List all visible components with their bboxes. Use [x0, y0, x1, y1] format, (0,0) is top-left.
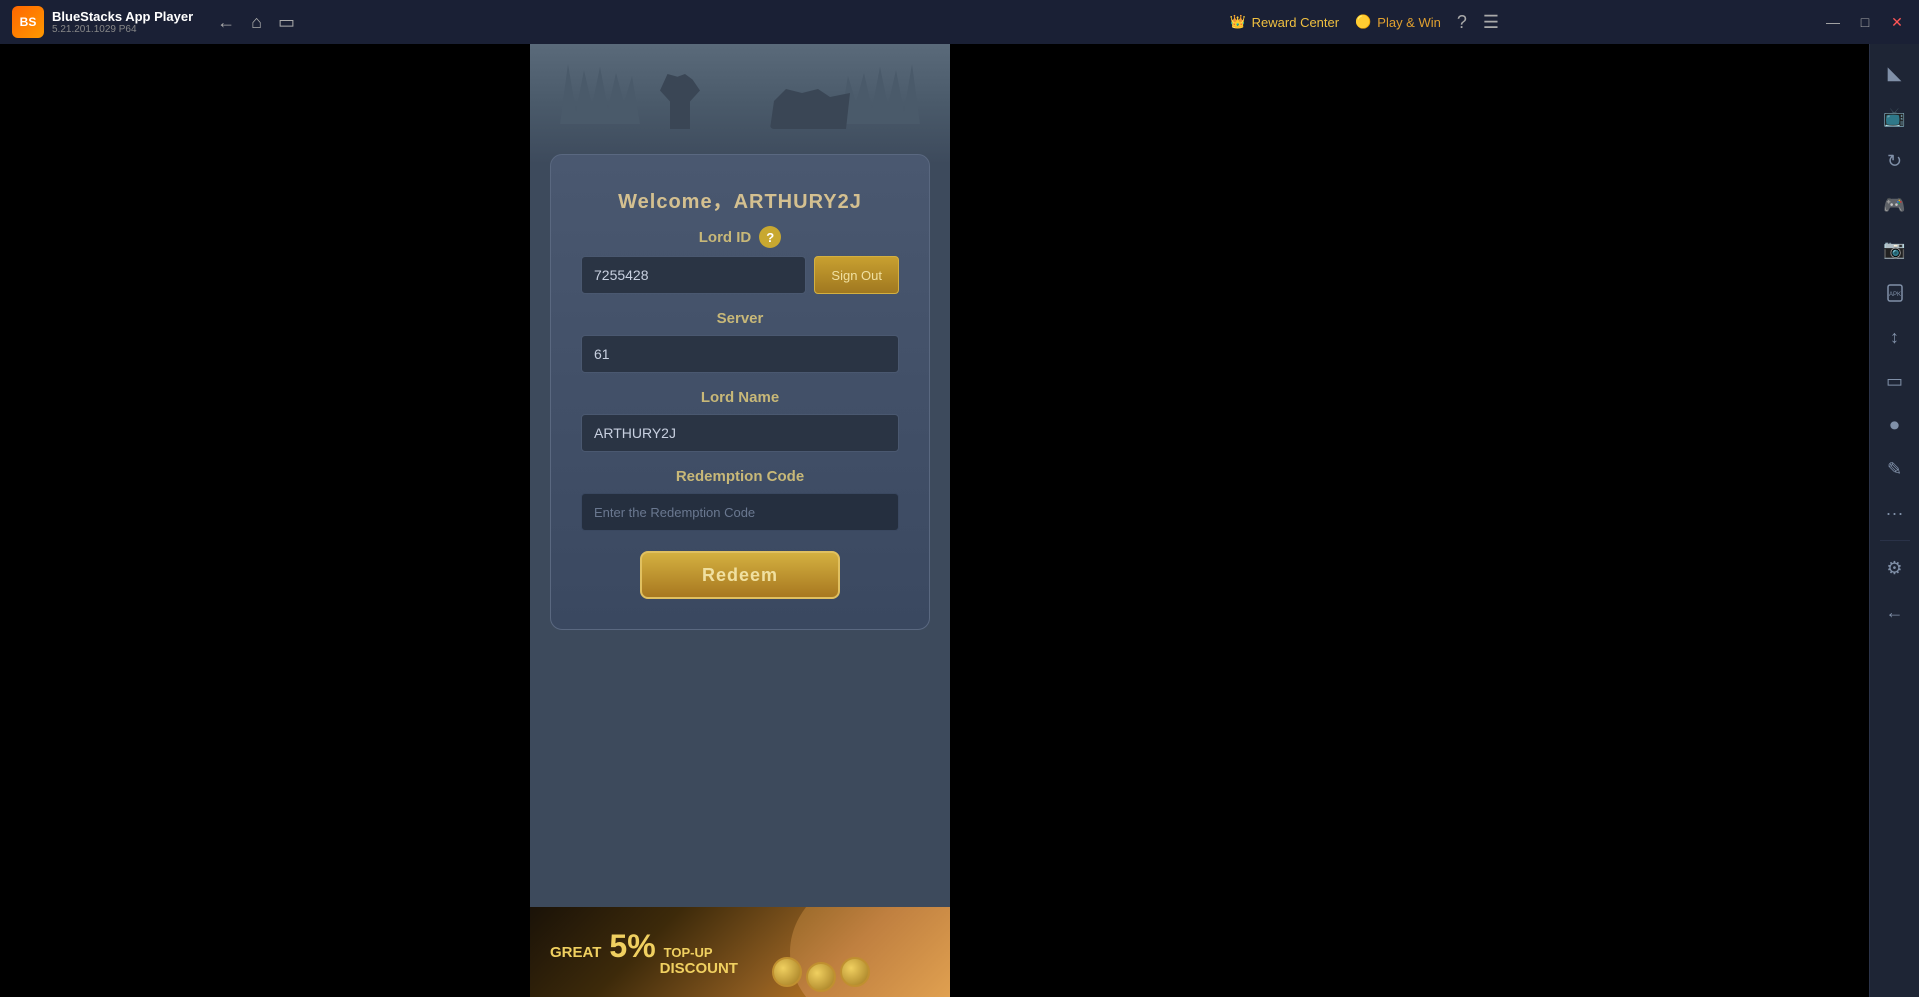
- reward-center-button[interactable]: 👑 Reward Center: [1229, 14, 1339, 30]
- sidebar-icon-4[interactable]: 🎮: [1875, 185, 1915, 225]
- bluestacks-logo: BS: [12, 6, 44, 38]
- game-area: Welcome，ARTHURY2J Lord ID ? Sign Out Ser…: [530, 44, 950, 997]
- multi-nav-button[interactable]: ▭: [278, 12, 295, 33]
- menu-button[interactable]: ☰: [1483, 12, 1499, 33]
- reward-center-label: Reward Center: [1252, 15, 1339, 30]
- sidebar-settings-icon[interactable]: ⚙: [1875, 548, 1915, 588]
- sidebar-apk-icon[interactable]: APK: [1875, 273, 1915, 313]
- banner-content: GREAT 5% TOP-UP DISCOUNT: [550, 928, 738, 977]
- home-nav-button[interactable]: ⌂: [251, 12, 262, 33]
- server-label: Server: [581, 310, 899, 327]
- lord-id-help-button[interactable]: ?: [759, 226, 781, 248]
- title-bar-nav: ← ⌂ ▭: [201, 12, 311, 33]
- lord-id-input-row: Sign Out: [581, 256, 899, 294]
- sidebar-resize-icon[interactable]: ↕: [1875, 317, 1915, 357]
- lord-name-input[interactable]: [581, 414, 899, 452]
- close-button[interactable]: ✕: [1883, 8, 1911, 36]
- server-input[interactable]: [581, 335, 899, 373]
- title-bar-right: — □ ✕: [1811, 8, 1919, 36]
- sidebar-script-icon[interactable]: ✎: [1875, 449, 1915, 489]
- banner-topup-text: TOP-UP: [664, 945, 713, 960]
- coin-2: [806, 962, 836, 992]
- lord-name-label: Lord Name: [581, 389, 899, 406]
- sidebar-icon-1[interactable]: ◣: [1875, 53, 1915, 93]
- maximize-button[interactable]: □: [1851, 8, 1879, 36]
- human-silhouette-left: [660, 74, 710, 129]
- play-win-label: Play & Win: [1377, 15, 1441, 30]
- app-name: BlueStacks App Player: [52, 9, 193, 24]
- sidebar-icon-2[interactable]: 📺: [1875, 97, 1915, 137]
- redemption-code-label: Redemption Code: [581, 468, 899, 485]
- lord-id-input[interactable]: [581, 256, 806, 294]
- right-sidebar: ◣ 📺 ↻ 🎮 📷 APK ↕ ▭ ⏺ ✎ ··· ⚙ ←: [1869, 44, 1919, 997]
- welcome-text: Welcome，ARTHURY2J: [581, 185, 899, 214]
- right-black-area: [950, 44, 1869, 997]
- sidebar-divider: [1880, 540, 1910, 541]
- banner-coins: [772, 957, 870, 992]
- banner-great-text: GREAT: [550, 944, 601, 961]
- title-bar-left: BS BlueStacks App Player 5.21.201.1029 P…: [0, 6, 918, 38]
- human-silhouette-right: [770, 89, 850, 129]
- coin-3: [840, 957, 870, 987]
- grass-left-decoration: [560, 64, 640, 124]
- play-win-button[interactable]: 🟡 Play & Win: [1355, 14, 1441, 30]
- banner-discount-text: DISCOUNT: [660, 960, 738, 977]
- svg-text:APK: APK: [1888, 292, 1900, 298]
- lord-id-label: Lord ID: [699, 229, 752, 246]
- sidebar-fullscreen-icon[interactable]: ▭: [1875, 361, 1915, 401]
- sidebar-icon-5[interactable]: 📷: [1875, 229, 1915, 269]
- redemption-dialog: Welcome，ARTHURY2J Lord ID ? Sign Out Ser…: [550, 154, 930, 630]
- grass-right-decoration: [840, 64, 920, 124]
- game-top-decoration: [530, 44, 950, 164]
- title-bar-center: 👑 Reward Center 🟡 Play & Win ? ☰: [918, 12, 1812, 33]
- title-bar: BS BlueStacks App Player 5.21.201.1029 P…: [0, 0, 1919, 44]
- app-version: 5.21.201.1029 P64: [52, 24, 193, 35]
- sign-out-button[interactable]: Sign Out: [814, 256, 899, 294]
- sidebar-macro-icon[interactable]: ⏺: [1875, 405, 1915, 445]
- promotion-banner[interactable]: GREAT 5% TOP-UP DISCOUNT: [530, 907, 950, 997]
- play-icon: 🟡: [1355, 14, 1371, 30]
- help-button[interactable]: ?: [1457, 12, 1467, 33]
- sidebar-more-icon[interactable]: ···: [1875, 493, 1915, 533]
- back-nav-button[interactable]: ←: [217, 12, 235, 33]
- redeem-button[interactable]: Redeem: [640, 551, 840, 599]
- minimize-button[interactable]: —: [1819, 8, 1847, 36]
- coin-1: [772, 957, 802, 987]
- banner-percentage: 5%: [609, 928, 655, 965]
- sidebar-back-icon[interactable]: ←: [1875, 592, 1915, 632]
- lord-id-label-row: Lord ID ?: [581, 226, 899, 248]
- redemption-code-input[interactable]: [581, 493, 899, 531]
- sidebar-icon-3[interactable]: ↻: [1875, 141, 1915, 181]
- left-black-area: [0, 44, 530, 997]
- crown-icon: 👑: [1229, 14, 1245, 30]
